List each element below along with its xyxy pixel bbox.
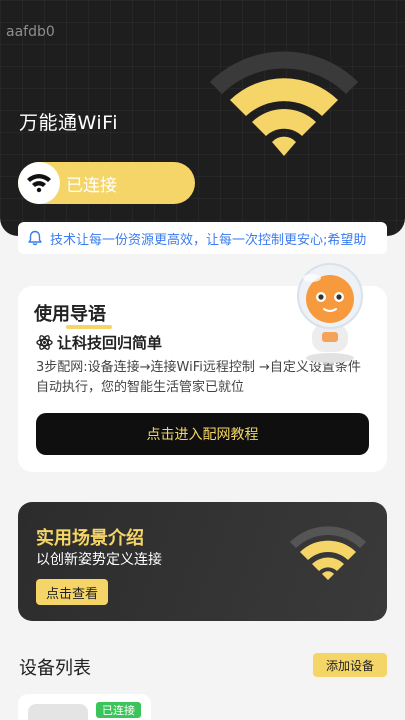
title-underline [66,325,112,329]
header: aafdb0 万能通WiFi 已连接 [0,0,405,236]
scene-intro-card[interactable]: 实用场景介绍 以创新姿势定义连接 点击查看 [18,502,387,621]
bell-icon [22,225,48,251]
notice-text: 技术让每一份资源更高效，让每一次控制更安心;希望助 [50,232,367,248]
wifi-icon [290,526,366,580]
guide-title-text: 使用导语 [34,304,106,325]
app-title: 万能通WiFi [19,112,118,134]
add-device-button[interactable]: 添加设备 [313,653,387,677]
device-list-title: 设备列表 [19,658,91,679]
connection-status-pill[interactable]: 已连接 [18,162,195,204]
wifi-icon [18,162,60,204]
device-status-badge: 已连接 [96,702,141,718]
connection-status-label: 已连接 [66,175,117,196]
scene-subtitle: 以创新姿势定义连接 [36,552,162,568]
view-button[interactable]: 点击查看 [36,579,108,605]
device-thumbnail [28,704,88,720]
app-screen: aafdb0 万能通WiFi 已连接 技术让每一份资源更高效，让每一次控制更安心… [0,0,405,720]
network-tutorial-button[interactable]: 点击进入配网教程 [36,413,369,455]
scene-title: 实用场景介绍 [36,528,144,549]
wifi-hero-icon [210,51,358,156]
atom-icon [36,335,53,350]
guide-subtitle-text: 让科技回归简单 [57,334,163,352]
robot-mascot-icon [297,263,363,363]
guide-subtitle: 让科技回归简单 [36,332,162,353]
notice-bar[interactable]: 技术让每一份资源更高效，让每一次控制更安心;希望助 [18,222,387,254]
status-id-text: aafdb0 [6,24,55,40]
device-card[interactable]: 已连接 [18,694,151,720]
guide-title: 使用导语 [34,300,112,329]
